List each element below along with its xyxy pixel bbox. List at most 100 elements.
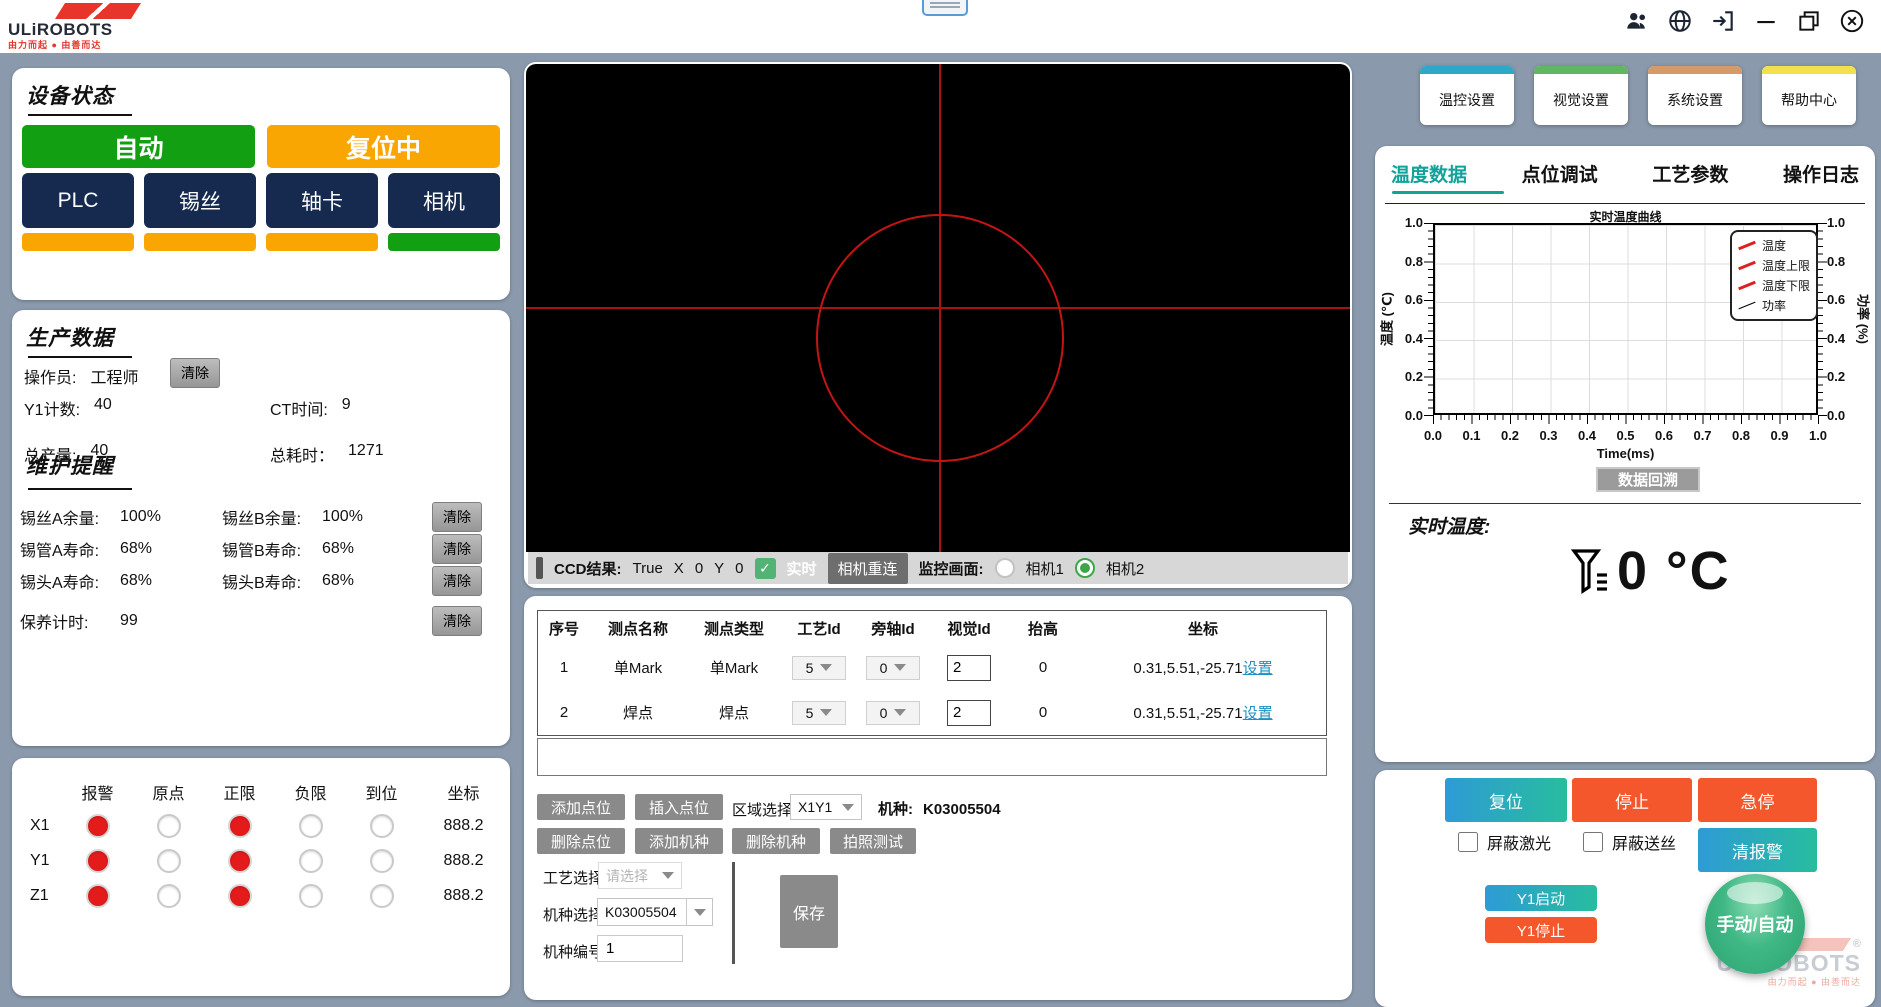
system-settings-card[interactable]: 系统设置 (1648, 66, 1742, 125)
module-button[interactable]: PLC (22, 173, 134, 228)
mask-wire-checkbox[interactable] (1583, 832, 1603, 852)
maintenance-clear-button[interactable]: 清除 (432, 566, 482, 596)
points-header-cell: 工艺Id (782, 618, 856, 639)
y-tick-label: 0.2 (1827, 370, 1861, 383)
origin-led (157, 884, 181, 908)
maintenance-clear-button[interactable]: 清除 (432, 534, 482, 564)
module-button[interactable]: 相机 (388, 173, 500, 228)
auto-mode-button[interactable]: 自动 (22, 125, 255, 168)
add-model-button[interactable]: 添加机种 (635, 828, 723, 854)
axis-name: Y1 (12, 852, 62, 870)
point-name: 单Mark (590, 657, 686, 678)
set-coordinate-link[interactable]: 设置 (1243, 705, 1273, 722)
card-color-bar (1648, 66, 1742, 74)
delete-point-button[interactable]: 删除点位 (537, 828, 625, 854)
maintenance-clear-button[interactable]: 清除 (432, 606, 482, 636)
restore-icon[interactable] (1796, 8, 1822, 34)
ccd-y-value: 0 (735, 560, 743, 577)
production-data-panel: 生产数据 操作员:工程师 清除 Y1计数: 40 CT时间: 9 总产量: 4 (12, 310, 510, 746)
emergency-stop-button[interactable]: 急停 (1698, 778, 1817, 822)
maintenance-value-a: 99 (120, 612, 222, 630)
reset-button[interactable]: 复位 (1445, 778, 1567, 822)
side-axis-id-select[interactable]: 0 (866, 656, 920, 680)
y-tick-label: 1.0 (1827, 216, 1861, 229)
points-header-cell: 序号 (538, 618, 590, 639)
maintenance-clear-button[interactable]: 清除 (432, 502, 482, 532)
tab-point-debug[interactable]: 点位调试 (1522, 160, 1598, 187)
globe-icon[interactable] (1667, 8, 1693, 34)
grip-icon (536, 557, 543, 579)
vision-settings-card[interactable]: 视觉设置 (1534, 66, 1628, 125)
craft-id-select[interactable]: 5 (792, 656, 846, 680)
insert-point-button[interactable]: 插入点位 (635, 794, 723, 820)
clear-alarm-button[interactable]: 清报警 (1698, 828, 1817, 872)
photo-test-button[interactable]: 拍照测试 (830, 828, 916, 854)
y-tick-label: 0.2 (1389, 370, 1423, 383)
tab-craft-params[interactable]: 工艺参数 (1652, 160, 1728, 187)
maintenance-value-a: 68% (120, 540, 222, 558)
vision-id-input[interactable] (947, 655, 991, 681)
y1-stop-button[interactable]: Y1停止 (1485, 917, 1597, 943)
y1-start-button[interactable]: Y1启动 (1485, 885, 1597, 911)
module-button[interactable]: 锡丝 (144, 173, 256, 228)
camera1-radio[interactable] (995, 558, 1015, 578)
points-empty-area (537, 738, 1327, 776)
close-icon[interactable] (1839, 8, 1865, 34)
tab-operation-log[interactable]: 操作日志 (1783, 160, 1859, 187)
operator-value: 工程师 (90, 370, 138, 387)
positive-limit-led (228, 884, 252, 908)
exit-icon[interactable] (1710, 8, 1736, 34)
origin-led (157, 814, 181, 838)
stop-button[interactable]: 停止 (1572, 778, 1692, 822)
maintenance-label-a: 锡头A寿命: (20, 569, 120, 593)
resetting-status-button[interactable]: 复位中 (267, 125, 500, 168)
vision-id-input[interactable] (947, 700, 991, 726)
users-icon[interactable] (1624, 8, 1650, 34)
y-tick-label: 0.0 (1389, 409, 1423, 422)
camera-reconnect-button[interactable]: 相机重连 (828, 553, 908, 584)
save-button[interactable]: 保存 (780, 875, 838, 948)
camera2-radio[interactable] (1075, 558, 1095, 578)
model-select[interactable]: K03005504 (597, 898, 713, 926)
axis-status-row: X1 888.2 (12, 808, 510, 843)
model-number-input[interactable] (597, 935, 683, 962)
set-coordinate-link[interactable]: 设置 (1243, 660, 1273, 677)
craft-id-select[interactable]: 5 (792, 701, 846, 725)
mask-laser-label: 屏蔽激光 (1487, 830, 1551, 854)
in-place-led (370, 814, 394, 838)
y-tick-label: 1.0 (1389, 216, 1423, 229)
module-button[interactable]: 轴卡 (266, 173, 378, 228)
mask-laser-checkbox[interactable] (1458, 832, 1478, 852)
camera-view (526, 64, 1350, 552)
chevron-down-icon (820, 709, 832, 716)
help-center-card[interactable]: 帮助中心 (1762, 66, 1856, 125)
app-logo: ULiROBOTS 由力而起 ● 由善而达 (8, 2, 188, 51)
axes-header-cell: 原点 (133, 780, 204, 804)
realtime-checkbox[interactable]: ✓ (755, 558, 776, 579)
points-header-cell: 视觉Id (930, 618, 1008, 639)
minimize-icon[interactable] (1753, 8, 1779, 34)
delete-model-button[interactable]: 删除机种 (732, 828, 820, 854)
maintenance-value-b: 68% (322, 572, 432, 590)
window-handle-widget[interactable] (922, 0, 968, 16)
data-backtrack-button[interactable]: 数据回溯 (1596, 467, 1700, 492)
alarm-led (86, 849, 110, 873)
chart-legend: 温度 温度上限 温度下限 功率 (1730, 230, 1818, 321)
stat-value: 9 (342, 396, 351, 420)
chevron-down-icon (894, 664, 906, 671)
craft-select[interactable]: 请选择 (598, 862, 682, 889)
tab-temperature-data[interactable]: 温度数据 (1391, 160, 1467, 187)
add-point-button[interactable]: 添加点位 (537, 794, 625, 820)
area-select[interactable]: X1Y1 (790, 794, 862, 820)
temp-control-settings-card[interactable]: 温控设置 (1420, 66, 1514, 125)
chevron-down-icon (694, 909, 706, 916)
module-cell: 锡丝 (144, 173, 256, 251)
production-stat: 总耗时： 1271 (270, 442, 494, 466)
machine-controls-panel: 复位 停止 急停 屏蔽激光 屏蔽送丝 清报警 Y1启动 Y1停止 手动/自动 ®… (1375, 770, 1875, 1007)
mode-buttons: 自动 复位中 (22, 125, 500, 168)
side-axis-id-select[interactable]: 0 (866, 701, 920, 725)
maintenance-rows: 锡丝A余量: 100% 锡丝B余量: 100% 清除 锡管A寿命: 68% 锡管… (20, 502, 502, 632)
operator-clear-button[interactable]: 清除 (170, 358, 220, 388)
manual-auto-toggle-button[interactable]: 手动/自动 (1705, 874, 1805, 974)
point-type: 单Mark (686, 657, 782, 678)
